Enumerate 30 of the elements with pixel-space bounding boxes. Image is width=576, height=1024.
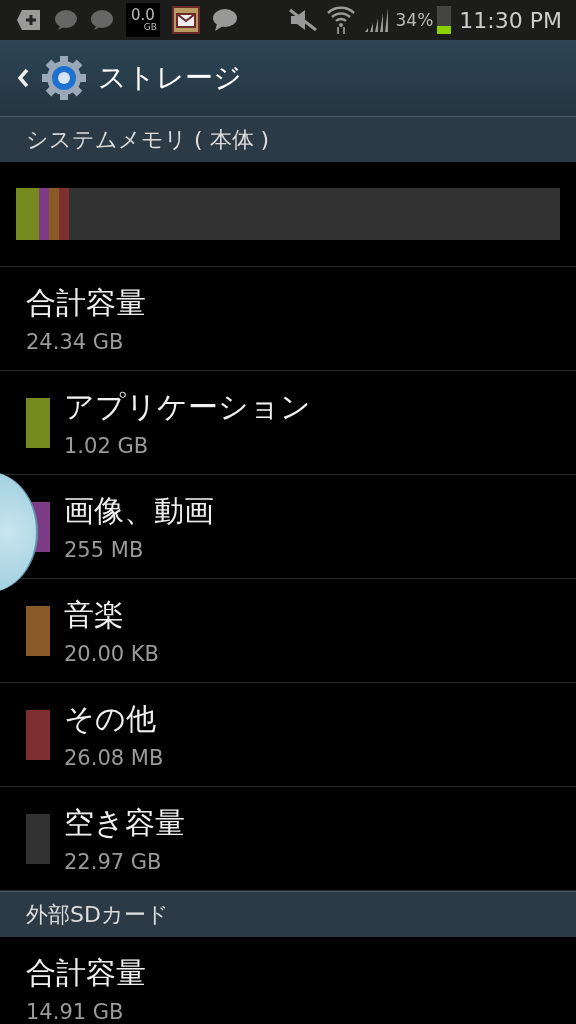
- screen-title: ストレージ: [98, 60, 242, 96]
- category-size: 1.02 GB: [64, 434, 150, 458]
- chat-bubble-icon: [90, 9, 114, 31]
- back-icon[interactable]: [16, 67, 30, 89]
- category-label: 音楽: [64, 596, 125, 634]
- category-label: その他: [64, 700, 157, 738]
- category-size: 20.00 KB: [64, 642, 159, 666]
- mute-icon: [287, 8, 318, 32]
- total-capacity-label: 合計容量: [26, 284, 146, 322]
- category-label: 画像、動画: [64, 492, 214, 530]
- section-header: システムメモリ ( 本体 ): [0, 116, 576, 162]
- data-usage-badge: 0.0 GB: [126, 3, 160, 37]
- category-size: 26.08 MB: [64, 746, 164, 770]
- mail-icon: [172, 6, 200, 34]
- category-size: 22.97 GB: [64, 850, 163, 874]
- clock: 11:30 PM: [459, 7, 562, 33]
- battery-percent: 34%: [395, 10, 434, 30]
- battery-icon: [437, 6, 452, 34]
- add-icon: [16, 9, 42, 31]
- total-capacity-label: 合計容量: [26, 954, 146, 992]
- settings-icon: [40, 54, 88, 102]
- wifi-icon: [325, 5, 356, 35]
- category-label: 空き容量: [64, 804, 185, 842]
- message-icon: [212, 8, 238, 32]
- category-label: アプリケーション: [64, 388, 311, 426]
- total-capacity-value: 24.34 GB: [26, 330, 125, 354]
- total-capacity-value: 14.91 GB: [26, 1000, 125, 1024]
- category-size: 255 MB: [64, 538, 145, 562]
- chat-bubble-icon: [54, 9, 78, 31]
- section-header: 外部SDカード: [0, 891, 576, 937]
